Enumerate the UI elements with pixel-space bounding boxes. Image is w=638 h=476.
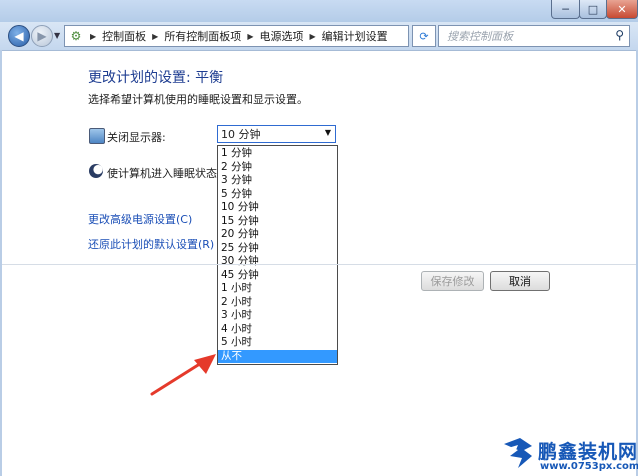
- save-changes-button[interactable]: 保存修改: [421, 271, 484, 291]
- sleep-label: 使计算机进入睡眠状态:: [107, 167, 221, 180]
- title-bar: ─ □ ✕: [0, 0, 638, 22]
- dropdown-option[interactable]: 从不: [218, 349, 337, 363]
- refresh-icon: ⟳: [419, 29, 429, 43]
- dropdown-option[interactable]: 30 分钟: [218, 255, 337, 269]
- close-button[interactable]: ✕: [606, 0, 638, 19]
- page-title: 更改计划的设置: 平衡: [88, 70, 224, 86]
- monitor-icon: [89, 128, 105, 144]
- address-bar[interactable]: ⚙ ▶ 控制面板 ▶ 所有控制面板项 ▶ 电源选项 ▶ 编辑计划设置 ▼: [64, 25, 409, 47]
- advanced-power-settings-link[interactable]: 更改高级电源设置(C): [88, 211, 192, 227]
- page-subtitle: 选择希望计算机使用的睡眠设置和显示设置。: [88, 93, 308, 106]
- watermark-title: 鹏鑫装机网: [538, 441, 638, 463]
- display-off-dropdown-list: 1 分钟 2 分钟 3 分钟 5 分钟 10 分钟 15 分钟 20 分钟 25 分钟 30 分…: [217, 145, 338, 365]
- dropdown-option[interactable]: 20 分钟: [218, 228, 337, 242]
- display-off-select[interactable]: 10 分钟 ▼: [217, 125, 336, 143]
- dropdown-option[interactable]: 1 分钟: [218, 147, 337, 161]
- dropdown-option[interactable]: 2 小时: [218, 296, 337, 310]
- window-frame-left: [0, 50, 2, 476]
- maximize-button[interactable]: □: [579, 0, 607, 19]
- back-arrow-icon: ◀: [14, 29, 24, 43]
- maximize-icon: □: [587, 2, 599, 16]
- dropdown-option[interactable]: 2 分钟: [218, 161, 337, 175]
- watermark-url: www.0753px.com: [540, 461, 638, 472]
- back-button[interactable]: ◀: [8, 25, 30, 47]
- restore-defaults-link[interactable]: 还原此计划的默认设置(R): [88, 236, 214, 252]
- minimize-icon: ─: [562, 2, 569, 16]
- control-panel-icon: ⚙: [70, 29, 82, 43]
- annotation-arrow-icon: [150, 354, 216, 396]
- breadcrumb-separator-icon[interactable]: ▶: [247, 32, 253, 41]
- watermark-logo-icon: [504, 438, 532, 468]
- dropdown-option[interactable]: 45 分钟: [218, 269, 337, 283]
- dropdown-option[interactable]: 25 分钟: [218, 242, 337, 256]
- recent-pages-dropdown-icon[interactable]: ▼: [54, 31, 60, 40]
- dropdown-option[interactable]: 15 分钟: [218, 215, 337, 229]
- search-box[interactable]: ⚲: [438, 25, 630, 47]
- divider: [2, 264, 636, 265]
- breadcrumb-edit-plan[interactable]: 编辑计划设置: [322, 28, 388, 44]
- breadcrumb-separator-icon[interactable]: ▶: [309, 32, 315, 41]
- display-off-select-value: 10 分钟: [221, 128, 261, 141]
- close-icon: ✕: [617, 2, 627, 16]
- dropdown-option[interactable]: 1 小时: [218, 282, 337, 296]
- refresh-button[interactable]: ⟳: [412, 25, 436, 47]
- dropdown-option[interactable]: 5 小时: [218, 336, 337, 350]
- dropdown-option[interactable]: 3 分钟: [218, 174, 337, 188]
- search-input[interactable]: [445, 28, 609, 44]
- forward-button[interactable]: ▶: [31, 25, 53, 47]
- display-off-label: 关闭显示器:: [107, 131, 166, 144]
- dropdown-option[interactable]: 5 分钟: [218, 188, 337, 202]
- breadcrumb-separator-icon[interactable]: ▶: [152, 32, 158, 41]
- breadcrumb-power-options[interactable]: 电源选项: [259, 28, 303, 44]
- forward-arrow-icon: ▶: [37, 29, 47, 43]
- chevron-down-icon: ▼: [324, 128, 331, 137]
- breadcrumb-all-items[interactable]: 所有控制面板项: [164, 28, 241, 44]
- breadcrumb-control-panel[interactable]: 控制面板: [102, 28, 146, 44]
- navigation-bar: ◀ ▶ ▼ ⚙ ▶ 控制面板 ▶ 所有控制面板项 ▶ 电源选项 ▶ 编辑计划设置…: [0, 22, 638, 51]
- dropdown-option[interactable]: 10 分钟: [218, 201, 337, 215]
- search-icon[interactable]: ⚲: [615, 28, 624, 42]
- dropdown-option[interactable]: 3 小时: [218, 309, 337, 323]
- minimize-button[interactable]: ─: [551, 0, 580, 19]
- moon-icon: [89, 164, 103, 178]
- breadcrumb-separator-icon[interactable]: ▶: [90, 32, 96, 41]
- cancel-button[interactable]: 取消: [490, 271, 550, 291]
- dropdown-option[interactable]: 4 小时: [218, 323, 337, 337]
